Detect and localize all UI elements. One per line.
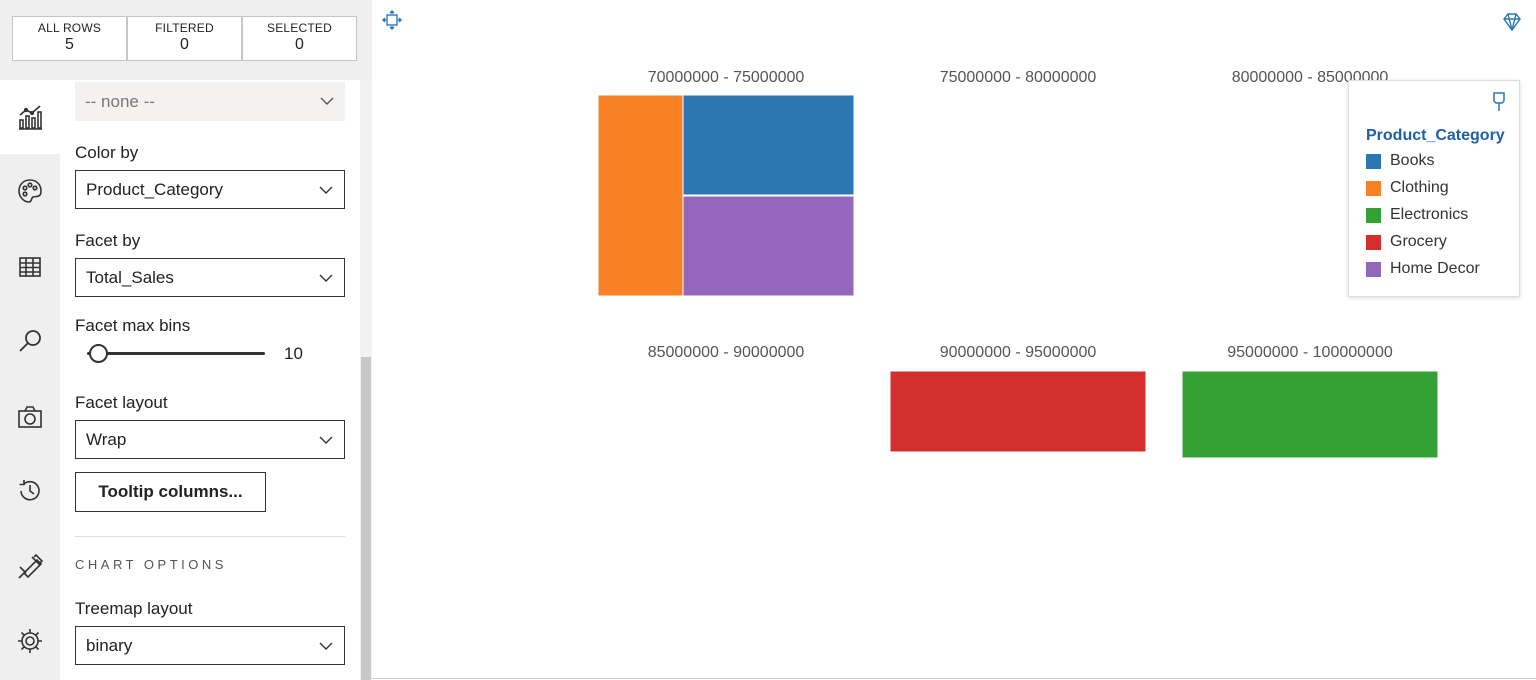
treemap-layout-label: Treemap layout [75,599,193,618]
group-by-dropdown[interactable]: -- none -- [75,82,345,121]
legend-item[interactable]: Clothing [1366,178,1449,198]
facet-max-bins-slider-track[interactable] [87,352,265,355]
chevron-down-icon [320,97,334,105]
table-icon[interactable] [0,230,60,304]
treemap-cell-electronics[interactable] [1181,370,1439,459]
selected-count: SELECTED 0 [242,16,357,61]
legend-swatch [1366,180,1381,196]
settings-panel: -- none -- Color by Product_Category Fac… [60,80,360,680]
row-counts: ALL ROWS 5 FILTERED 0 SELECTED 0 [0,0,372,80]
facet-layout-value: Wrap [86,429,127,449]
treemap-cell-grocery[interactable] [889,370,1147,453]
chevron-down-icon [319,274,333,282]
group-by-value: -- none -- [85,91,155,111]
section-divider [75,536,345,537]
legend-swatch [1366,234,1381,250]
settings-scrollbar-thumb[interactable] [361,357,371,680]
facet-title: 75000000 - 80000000 [940,69,1097,86]
chart-area: 70000000 - 75000000 75000000 - 80000000 80… [372,0,1536,680]
facet-by-dropdown[interactable]: Total_Sales [75,258,345,297]
all-rows-count: ALL ROWS 5 [12,16,127,61]
chart-icon[interactable] [0,80,60,154]
left-panel: ALL ROWS 5 FILTERED 0 SELECTED 0 -- none… [0,0,372,680]
legend-label: Electronics [1390,206,1469,223]
legend-swatch [1366,261,1381,277]
legend-title: Product_Category [1366,127,1505,144]
facet-title: 95000000 - 100000000 [1227,344,1393,361]
color-by-value: Product_Category [86,179,224,199]
color-by-dropdown[interactable]: Product_Category [75,170,345,209]
chart-options-title: CHART OPTIONS [75,557,227,572]
treemap-cell-books[interactable] [682,94,855,196]
bottom-border [372,678,1536,679]
all-rows-value: 5 [65,36,74,53]
tooltip-columns-button[interactable]: Tooltip columns... [75,472,266,512]
chevron-down-icon [319,186,333,194]
history-icon[interactable] [0,454,60,528]
legend-item[interactable]: Grocery [1366,232,1447,252]
nav-icon-bar [0,80,60,680]
facet-max-bins-value: 10 [284,344,303,363]
legend-item[interactable]: Books [1366,151,1434,171]
expand-icon[interactable] [382,10,402,30]
diamond-icon[interactable] [1502,12,1522,32]
legend-swatch [1366,207,1381,223]
legend-label: Books [1390,152,1435,169]
treemap-cell-clothing[interactable] [597,94,684,297]
search-icon[interactable] [0,304,60,378]
filtered-label: FILTERED [155,21,214,35]
facet-title: 70000000 - 75000000 [648,69,805,86]
treemap-layout-dropdown[interactable]: binary [75,626,345,665]
facet-title: 85000000 - 90000000 [648,344,805,361]
legend-label: Grocery [1390,233,1447,250]
facet-by-value: Total_Sales [86,267,174,287]
legend-label: Home Decor [1390,260,1480,277]
all-rows-label: ALL ROWS [37,21,102,35]
facet-max-bins-slider-thumb[interactable] [88,344,108,363]
filtered-count: FILTERED 0 [127,16,242,61]
selected-label: SELECTED [267,21,332,35]
facet-layout-dropdown[interactable]: Wrap [75,420,345,459]
tools-icon[interactable] [0,530,60,604]
chevron-down-icon [319,642,333,650]
camera-icon[interactable] [0,380,60,454]
selected-value: 0 [295,36,304,53]
chevron-down-icon [319,436,333,444]
treemap-layout-value: binary [86,635,133,655]
legend-label: Clothing [1390,179,1449,196]
treemap-cell-home-decor[interactable] [682,195,855,297]
pin-icon[interactable] [1489,91,1509,113]
facet-layout-label: Facet layout [75,393,168,412]
legend-item[interactable]: Home Decor [1366,259,1480,279]
facet-title: 90000000 - 95000000 [940,344,1097,361]
legend-item[interactable]: Electronics [1366,205,1468,225]
filtered-value: 0 [180,36,189,53]
palette-icon[interactable] [0,154,60,228]
facet-by-label: Facet by [75,231,141,250]
color-by-label: Color by [75,143,139,162]
settings-gear-icon[interactable] [0,604,60,678]
legend-swatch [1366,153,1381,169]
facet-max-bins-label: Facet max bins [75,316,191,335]
legend: Product_Category Books Clothing Electron… [1348,80,1520,297]
